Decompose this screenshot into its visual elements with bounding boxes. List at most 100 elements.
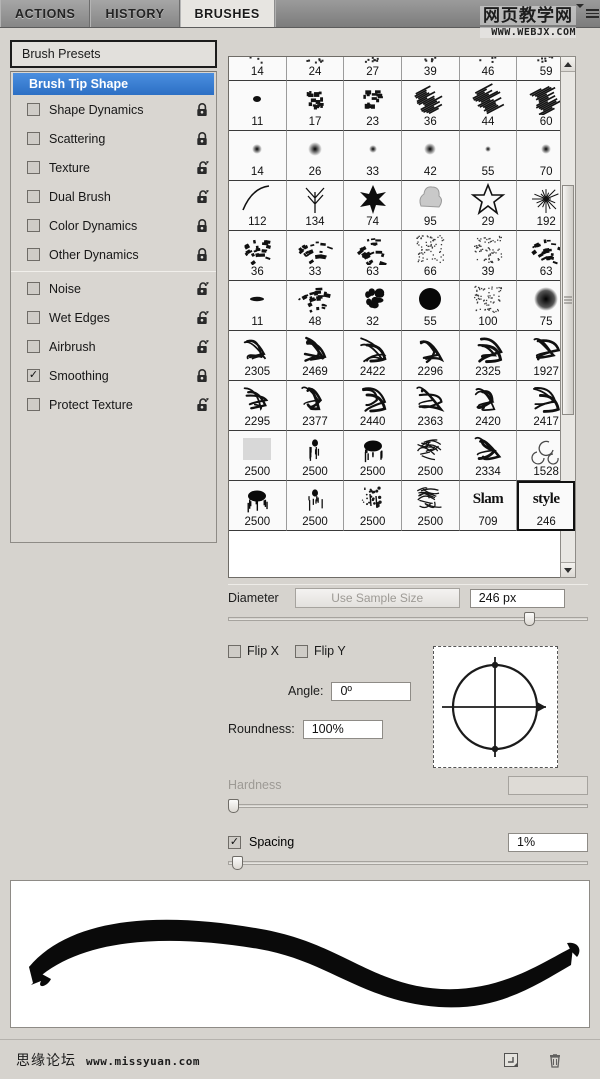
brush-thumbnail[interactable]: 2500 xyxy=(344,431,402,481)
brush-thumbnail[interactable]: 2500 xyxy=(286,481,345,531)
brush-thumbnail[interactable]: 100 xyxy=(459,281,518,331)
brush-thumbnail-grid[interactable]: 14 24 27 39 46 59 11 17 23 36 44 60 14 26 33 42 55 … xyxy=(228,56,576,578)
brush-option-shape-dynamics[interactable]: Shape Dynamics xyxy=(11,95,216,124)
brush-thumbnail[interactable]: 2295 xyxy=(229,381,287,431)
checkbox[interactable] xyxy=(27,103,40,116)
brush-thumbnail[interactable]: 2500 xyxy=(344,481,402,531)
brush-thumbnail[interactable]: 55 xyxy=(402,281,460,331)
unlock-icon[interactable] xyxy=(194,189,210,205)
spacing-checkbox[interactable]: ✓ xyxy=(228,835,241,849)
brush-option-airbrush[interactable]: Airbrush xyxy=(11,332,216,361)
checkbox[interactable] xyxy=(27,190,40,203)
brush-thumbnail[interactable]: 2500 xyxy=(402,431,460,481)
brush-option-dual-brush[interactable]: Dual Brush xyxy=(11,182,216,211)
brush-thumbnail[interactable]: 66 xyxy=(402,231,460,281)
brush-thumbnail[interactable]: 23 xyxy=(344,81,402,131)
brush-thumbnail[interactable]: Slam 709 xyxy=(459,481,518,531)
lock-icon[interactable] xyxy=(194,131,210,147)
trash-icon[interactable] xyxy=(546,1051,564,1069)
brush-thumbnail[interactable]: 134 xyxy=(286,181,345,231)
unlock-icon[interactable] xyxy=(194,397,210,413)
angle-roundness-preview[interactable] xyxy=(433,646,558,768)
brush-thumbnail[interactable]: 2422 xyxy=(344,331,402,381)
brush-thumbnail[interactable]: style 246 xyxy=(517,481,575,531)
brush-thumbnail[interactable]: 11 xyxy=(229,81,287,131)
checkbox[interactable] xyxy=(27,248,40,261)
brush-option-texture[interactable]: Texture xyxy=(11,153,216,182)
brush-thumbnail[interactable]: 44 xyxy=(459,81,518,131)
brush-thumbnail[interactable]: 36 xyxy=(229,231,287,281)
panel-menu-icon[interactable] xyxy=(574,0,600,27)
brush-thumbnail[interactable]: 2363 xyxy=(402,381,460,431)
brush-option-noise[interactable]: Noise xyxy=(11,274,216,303)
scroll-down-arrow[interactable] xyxy=(561,562,575,577)
angle-input[interactable]: 0º xyxy=(331,681,412,701)
brush-thumbnail[interactable]: 29 xyxy=(459,181,518,231)
flip-y-checkbox[interactable] xyxy=(294,644,308,658)
scroll-up-arrow[interactable] xyxy=(561,57,575,72)
brush-thumbnail[interactable]: 2420 xyxy=(459,381,518,431)
brush-thumbnail[interactable]: 26 xyxy=(286,131,345,181)
brush-thumbnail[interactable]: 39 xyxy=(402,57,460,81)
checkbox[interactable] xyxy=(27,219,40,232)
brush-thumbnail[interactable]: 2469 xyxy=(286,331,345,381)
checkbox[interactable] xyxy=(27,398,40,411)
brush-thumbnail[interactable]: 32 xyxy=(344,281,402,331)
checkbox[interactable]: ✓ xyxy=(27,369,40,382)
unlock-icon[interactable] xyxy=(194,281,210,297)
brush-thumbnail[interactable]: 2500 xyxy=(286,431,345,481)
tab-actions[interactable]: ACTIONS xyxy=(0,0,91,27)
brush-option-protect-texture[interactable]: Protect Texture xyxy=(11,390,216,419)
brush-thumbnail[interactable]: 39 xyxy=(459,231,518,281)
flip-x-checkbox[interactable] xyxy=(228,644,241,658)
brush-thumbnail[interactable]: 11 xyxy=(229,281,287,331)
brush-thumbnail[interactable]: 2440 xyxy=(344,381,402,431)
tab-history[interactable]: HISTORY xyxy=(90,0,180,27)
brush-thumbnail[interactable]: 33 xyxy=(286,231,345,281)
brush-thumbnail[interactable]: 46 xyxy=(459,57,518,81)
brush-thumbnail[interactable]: 55 xyxy=(459,131,518,181)
brush-thumbnail[interactable]: 48 xyxy=(286,281,345,331)
diameter-input[interactable]: 246 px xyxy=(469,588,565,608)
brush-option-brush-tip-shape[interactable]: Brush Tip Shape xyxy=(13,73,214,95)
slider-knob[interactable] xyxy=(524,612,536,626)
unlock-icon[interactable] xyxy=(194,160,210,176)
checkbox[interactable] xyxy=(27,311,40,324)
checkbox[interactable] xyxy=(27,282,40,295)
brush-thumbnail[interactable]: 95 xyxy=(402,181,460,231)
brush-thumbnail[interactable]: 2500 xyxy=(402,481,460,531)
brush-thumbnail[interactable]: 2377 xyxy=(286,381,345,431)
brush-thumbnail[interactable]: 42 xyxy=(402,131,460,181)
brush-thumbnail[interactable]: 24 xyxy=(286,57,345,81)
brush-thumbnail[interactable]: 63 xyxy=(344,231,402,281)
brush-thumbnail[interactable]: 2500 xyxy=(229,481,287,531)
tab-brushes[interactable]: BRUSHES xyxy=(179,0,275,27)
brush-thumbnail[interactable]: 14 xyxy=(229,131,287,181)
checkbox[interactable] xyxy=(27,132,40,145)
spacing-slider[interactable] xyxy=(228,856,588,870)
brush-thumbnail[interactable]: 112 xyxy=(229,181,287,231)
spacing-input[interactable]: 1% xyxy=(508,832,588,852)
brush-thumbnail[interactable]: 2325 xyxy=(459,331,518,381)
roundness-input[interactable]: 100% xyxy=(302,719,383,739)
brush-thumbnail[interactable]: 2305 xyxy=(229,331,287,381)
slider-knob[interactable] xyxy=(231,856,243,870)
brush-option-other-dynamics[interactable]: Other Dynamics xyxy=(11,240,216,269)
brush-option-scattering[interactable]: Scattering xyxy=(11,124,216,153)
new-brush-icon[interactable] xyxy=(502,1051,520,1069)
brush-presets-button[interactable]: Brush Presets xyxy=(10,40,217,68)
scrollbar-thumb[interactable] xyxy=(562,185,574,415)
brush-thumbnail[interactable]: 2334 xyxy=(459,431,518,481)
lock-icon[interactable] xyxy=(194,102,210,118)
brush-thumbnail[interactable]: 14 xyxy=(229,57,287,81)
unlock-icon[interactable] xyxy=(194,310,210,326)
lock-icon[interactable] xyxy=(194,368,210,384)
brush-thumbnail[interactable]: 2296 xyxy=(402,331,460,381)
brush-thumbnail[interactable]: 33 xyxy=(344,131,402,181)
brush-thumbnail[interactable]: 2500 xyxy=(229,431,287,481)
lock-icon[interactable] xyxy=(194,247,210,263)
brush-thumbnail[interactable]: 17 xyxy=(286,81,345,131)
brush-option-color-dynamics[interactable]: Color Dynamics xyxy=(11,211,216,240)
brush-thumbnail[interactable]: 74 xyxy=(344,181,402,231)
brush-option-wet-edges[interactable]: Wet Edges xyxy=(11,303,216,332)
